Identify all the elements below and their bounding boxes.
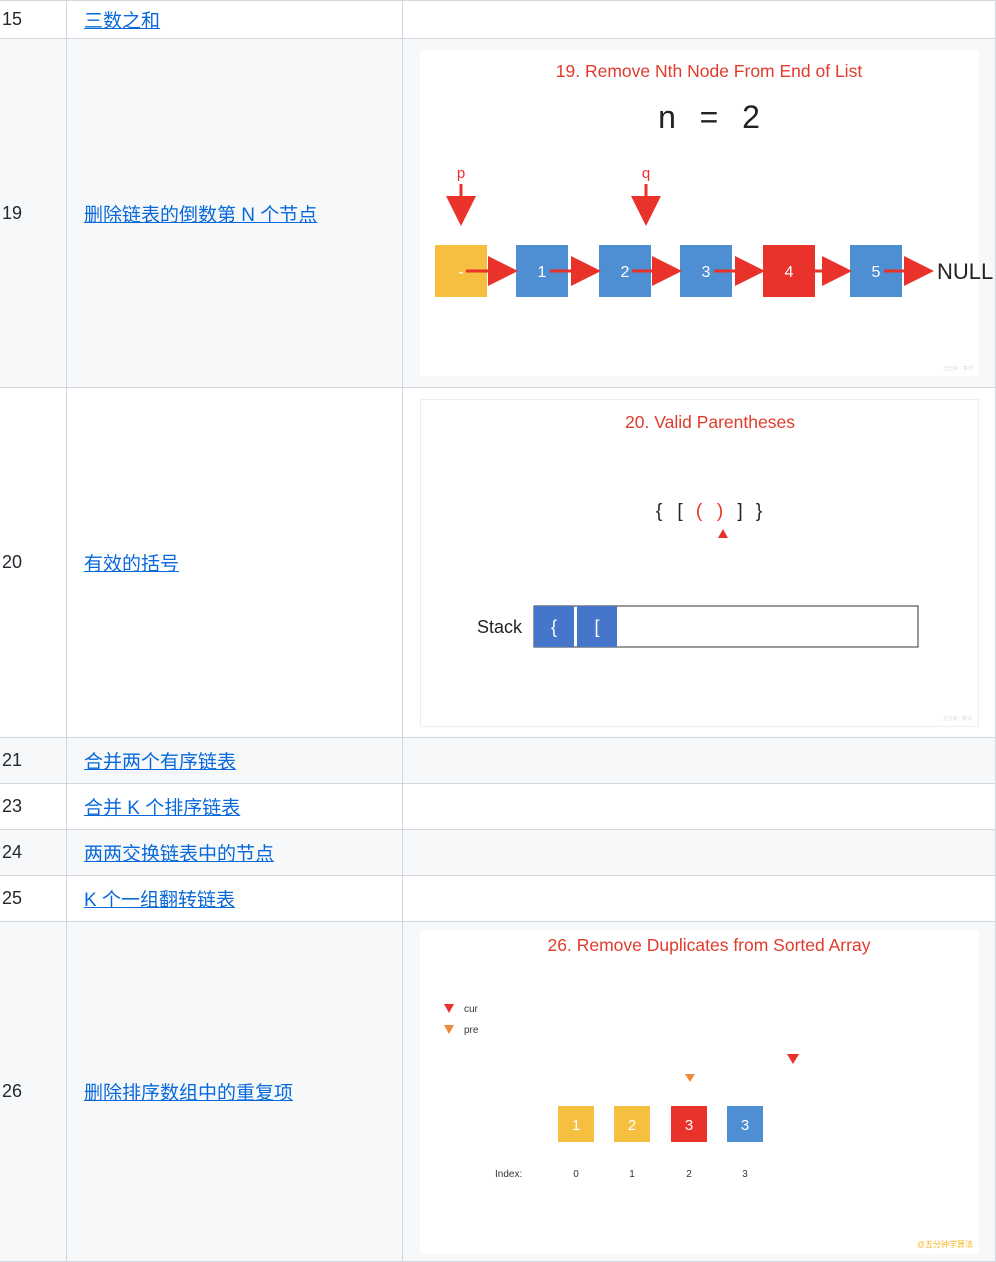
- null-label: NULL: [937, 259, 993, 284]
- table-row: 15 三数之和: [0, 0, 996, 39]
- row-number: 25: [0, 875, 67, 922]
- problem-link[interactable]: 合并 K 个排序链表: [84, 798, 240, 819]
- table-row: 25 K 个一组翻转链表: [0, 875, 996, 922]
- animation-cell: [402, 0, 996, 39]
- index-value: 2: [686, 1169, 692, 1180]
- animation-19: 19. Remove Nth Node From End of List n =…: [420, 50, 993, 376]
- bracket-char: {: [656, 501, 663, 522]
- bracket-char: }: [756, 501, 762, 522]
- animation-cell: [402, 783, 996, 830]
- animation-cell: [402, 737, 996, 784]
- node-value: 5: [872, 264, 881, 281]
- array-value: 3: [685, 1117, 693, 1134]
- table-row: 20 有效的括号 20. Valid Parentheses { [ ( ) ]…: [0, 387, 996, 738]
- row-number: 21: [0, 737, 67, 784]
- problem-link[interactable]: K 个一组翻转链表: [84, 890, 235, 911]
- legend-pre-label: pre: [464, 1025, 479, 1036]
- node-value: -: [458, 264, 463, 281]
- problem-link[interactable]: 合并两个有序链表: [84, 752, 236, 773]
- stack-item-value: [: [594, 617, 599, 637]
- pointer-p-label: p: [457, 165, 465, 182]
- cur-legend-icon: [444, 1004, 454, 1013]
- array-value: 3: [741, 1117, 749, 1134]
- row-number: 23: [0, 783, 67, 830]
- animation-title: 19. Remove Nth Node From End of List: [556, 61, 863, 81]
- animation-title: 26. Remove Duplicates from Sorted Array: [548, 935, 871, 955]
- animation-cell: 19. Remove Nth Node From End of List n =…: [402, 38, 996, 388]
- current-char-marker-icon: [718, 528, 728, 538]
- node-value: 2: [621, 264, 630, 281]
- problem-table: 15 三数之和 19 删除链表的倒数第 N 个节点 19. Remove Nth…: [0, 0, 996, 1262]
- stack-label: Stack: [477, 617, 523, 637]
- animation-title: 20. Valid Parentheses: [625, 412, 795, 432]
- legend-cur-label: cur: [464, 1004, 479, 1015]
- animation-26: 26. Remove Duplicates from Sorted Array …: [420, 930, 979, 1254]
- index-value: 3: [742, 1169, 748, 1180]
- bracket-char: (: [696, 501, 703, 522]
- pointer-q-label: q: [642, 165, 650, 182]
- table-row: 21 合并两个有序链表: [0, 737, 996, 784]
- animation-cell: [402, 875, 996, 922]
- row-number: 20: [0, 387, 67, 738]
- node-value: 3: [702, 264, 711, 281]
- index-value: 1: [629, 1169, 635, 1180]
- row-number: 24: [0, 829, 67, 876]
- cur-pointer-icon: [787, 1054, 799, 1064]
- node-value: 4: [785, 264, 794, 281]
- bracket-char: [: [677, 501, 683, 522]
- animation-20: 20. Valid Parentheses { [ ( ) ] } Stack …: [420, 398, 979, 727]
- problem-link[interactable]: 两两交换链表中的节点: [84, 844, 274, 865]
- parentheses-diagram: 20. Valid Parentheses { [ ( ) ] } Stack …: [477, 412, 919, 647]
- problem-link[interactable]: 删除链表的倒数第 N 个节点: [84, 205, 317, 226]
- index-label: Index:: [495, 1169, 522, 1180]
- bracket-char: ): [717, 501, 723, 522]
- table-row: 19 删除链表的倒数第 N 个节点 19. Remove Nth Node Fr…: [0, 38, 996, 388]
- problem-link[interactable]: 删除排序数组中的重复项: [84, 1083, 293, 1104]
- row-number: 15: [0, 0, 67, 39]
- row-number: 26: [0, 921, 67, 1262]
- n-label: n: [658, 99, 676, 135]
- equals-sign: =: [700, 99, 719, 135]
- table-row: 23 合并 K 个排序链表: [0, 783, 996, 830]
- stack-item-value: {: [551, 617, 557, 637]
- array-diagram: 26. Remove Duplicates from Sorted Array …: [444, 935, 871, 1180]
- node-value: 1: [538, 264, 547, 281]
- linked-list-diagram: 19. Remove Nth Node From End of List n =…: [435, 61, 993, 297]
- array-value: 2: [628, 1117, 636, 1134]
- watermark: 五分钟 · 算法: [943, 366, 973, 372]
- row-number: 19: [0, 38, 67, 388]
- array-value: 1: [572, 1117, 580, 1134]
- animation-cell: 20. Valid Parentheses { [ ( ) ] } Stack …: [402, 387, 996, 738]
- index-value: 0: [573, 1169, 579, 1180]
- bracket-char: ]: [737, 501, 742, 522]
- animation-cell: [402, 829, 996, 876]
- problem-link[interactable]: 有效的括号: [84, 554, 179, 575]
- pre-legend-icon: [444, 1025, 454, 1034]
- watermark: @五分钟学算法: [916, 1240, 973, 1249]
- n-value: 2: [742, 99, 760, 135]
- pre-pointer-icon: [685, 1074, 695, 1082]
- table-row: 24 两两交换链表中的节点: [0, 829, 996, 876]
- table-row: 26 删除排序数组中的重复项 26. Remove Duplicates fro…: [0, 921, 996, 1262]
- watermark: 五分钟 · 算法: [942, 715, 972, 722]
- problem-link[interactable]: 三数之和: [84, 11, 160, 32]
- animation-cell: 26. Remove Duplicates from Sorted Array …: [402, 921, 996, 1262]
